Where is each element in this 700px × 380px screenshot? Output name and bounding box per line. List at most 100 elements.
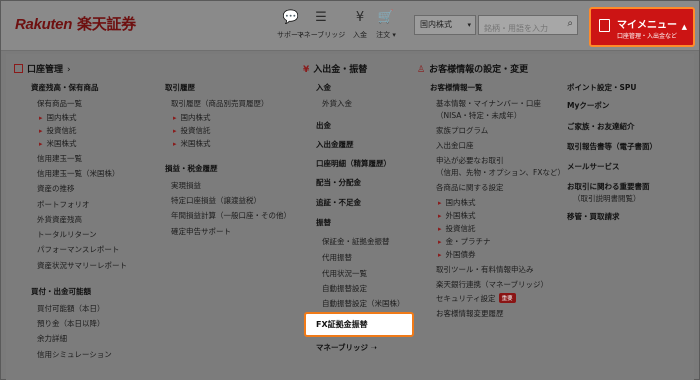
menu-item-label: 入出金口座 (436, 141, 474, 150)
menu-item-link[interactable]: 外国株式 (438, 210, 476, 221)
menu-item-link[interactable]: 資産状況サマリーレポート (37, 260, 127, 271)
menu-item-link[interactable]: 投資信託 (438, 223, 476, 234)
menu-item-label: 移管・買取請求 (567, 212, 620, 221)
menu-item-link[interactable]: 自動振替設定 (322, 283, 367, 294)
menu-item-label: 取引報告書等（電子書面） (567, 142, 657, 151)
menu-item-link[interactable]: 基本情報・マイナンバー・口座 (436, 98, 541, 109)
menu-group-link[interactable]: 移管・買取請求 (567, 211, 620, 222)
menu-item-link[interactable]: 年間損益計算（一般口座・その他） (171, 210, 291, 221)
menu-item-label: 基本情報・マイナンバー・口座 (436, 99, 541, 108)
menu-item-link[interactable]: 国内株式 (438, 197, 476, 208)
menu-group-link[interactable]: 買付・出金可能額 (31, 286, 91, 297)
menu-group-link[interactable]: 入出金履歴 (316, 139, 354, 150)
menu-item-link[interactable]: 信用シミュレーション (37, 349, 112, 360)
account-management-heading[interactable]: 口座管理 › (14, 62, 71, 75)
menu-item-label: パフォーマンスレポート (37, 245, 120, 254)
menu-item-link[interactable]: 取引ツール・有料情報申込み (436, 264, 534, 275)
menu-group-link[interactable]: ポイント設定・SPU (567, 82, 637, 93)
menu-item-link[interactable]: お客様情報変更履歴 (436, 308, 504, 319)
menu-item-link[interactable]: （取引説明書閲覧） (573, 193, 641, 204)
menu-item-link[interactable]: ポートフォリオ (37, 199, 90, 210)
menu-item-link[interactable]: 代用振替 (322, 252, 352, 263)
menu-item-link[interactable]: 外貨入金 (322, 98, 352, 109)
menu-item-label: 資産の推移 (37, 184, 75, 193)
mymenu-button[interactable]: マイメニュー 口座管理・入出金など ▲ (589, 7, 695, 47)
menu-item-label: 信用建玉一覧 (37, 154, 82, 163)
menu-item-label: Myクーポン (567, 101, 610, 110)
menu-item-link[interactable]: 保有商品一覧 (37, 98, 82, 109)
menu-group-link[interactable]: 取引報告書等（電子書面） (567, 141, 657, 152)
menu-item-label: 買付可能額（本日） (37, 304, 105, 313)
menu-item-label: 自動振替設定（米国株） (322, 299, 405, 308)
menu-item-link[interactable]: 申込が必要なお取引 (436, 155, 504, 166)
mymenu-title: マイメニュー (617, 20, 677, 31)
menu-item-link[interactable]: 国内株式 (39, 112, 77, 123)
menu-item-label: 代用状況一覧 (322, 269, 367, 278)
menu-item-link[interactable]: 外国債券 (438, 249, 476, 260)
menu-item-link[interactable]: 外貨資産残高 (37, 214, 82, 225)
menu-group-link[interactable]: 出金 (316, 120, 331, 131)
menu-item-label: 各商品に関する設定 (436, 183, 504, 192)
order-button[interactable]: 🛒 注文 ▾ (358, 10, 414, 40)
menu-group-link[interactable]: 入金 (316, 82, 331, 93)
menu-item-link[interactable]: 米国株式 (39, 138, 77, 149)
menu-item-link[interactable]: 国内株式 (173, 112, 211, 123)
menu-item-link[interactable]: 預り金（本日以降） (37, 318, 105, 329)
menu-item-link[interactable]: 資産の推移 (37, 183, 75, 194)
menu-item-link[interactable]: 米国株式 (173, 138, 211, 149)
menu-item-link[interactable]: パフォーマンスレポート (37, 244, 119, 255)
menu-item-link[interactable]: 買付可能額（本日） (37, 303, 105, 314)
menu-item-label: 取引ツール・有料情報申込み (436, 265, 534, 274)
menu-item-link[interactable]: 投資信託 (173, 125, 211, 136)
menu-group-link[interactable]: 追証・不足金 (316, 197, 361, 208)
menu-group-link[interactable]: 資産残高・保有商品 (31, 82, 99, 93)
menu-item-link[interactable]: セキュリティ設定 重要 (436, 293, 516, 304)
menu-item-link[interactable]: 取引履歴（商品別売買履歴） (171, 98, 269, 109)
menu-item-link[interactable]: 代用状況一覧 (322, 268, 367, 279)
money-bridge-link[interactable]: マネーブリッジ ➝ (316, 342, 377, 353)
menu-group-link[interactable]: メールサービス (567, 161, 620, 172)
menu-item-link[interactable]: 信用建玉一覧 (37, 153, 82, 164)
menu-item-label: 入金 (316, 83, 331, 92)
menu-group-link[interactable]: 配当・分配金 (316, 177, 361, 188)
menu-item-label: 取引履歴 (165, 83, 195, 92)
menu-group-link[interactable]: 振替 (316, 217, 331, 228)
menu-item-link[interactable]: トータルリターン (37, 229, 97, 240)
market-select[interactable]: 国内株式 ▾ (414, 15, 476, 35)
menu-item-link[interactable]: 信用建玉一覧（米国株） (37, 168, 120, 179)
menu-item-link[interactable]: （NISA・特定・未成年） (436, 110, 521, 121)
menu-item-link[interactable]: 各商品に関する設定 (436, 182, 504, 193)
menu-item-label: 特定口座損益（譲渡益税） (171, 196, 261, 205)
person-icon: ♙ (417, 65, 426, 75)
menu-item-label: 預り金（本日以降） (37, 319, 105, 328)
menu-item-link[interactable]: 余力詳細 (37, 333, 67, 344)
search-icon[interactable]: ⌕ (567, 18, 573, 29)
menu-item-label: 代用振替 (322, 253, 352, 262)
menu-group-link[interactable]: 取引履歴 (165, 82, 195, 93)
menu-item-label: （NISA・特定・未成年） (436, 111, 522, 120)
menu-group-link[interactable]: お客様情報一覧 (430, 82, 483, 93)
fx-margin-transfer-link[interactable]: FX証拠金振替 (304, 312, 414, 337)
menu-item-label: 出金 (316, 121, 331, 130)
menu-item-link[interactable]: 投資信託 (39, 125, 77, 136)
menu-group-link[interactable]: ご家族・お友達紹介 (567, 121, 635, 132)
menu-item-link[interactable]: （信用、先物・オプション、FXなど） (436, 167, 565, 178)
menu-group-link[interactable]: 口座明細（精算履歴） (316, 158, 391, 169)
menu-item-link[interactable]: 自動振替設定（米国株） (322, 298, 405, 309)
menu-item-link[interactable]: 確定申告サポート (171, 226, 231, 237)
menu-item-link[interactable]: 家族プログラム (436, 125, 488, 136)
menu-group-link[interactable]: Myクーポン (567, 100, 609, 111)
menu-item-link[interactable]: 保証金・証拠金振替 (322, 236, 390, 247)
menu-group-link[interactable]: 損益・税金履歴 (165, 163, 218, 174)
rakuten-logo[interactable]: Rakuten 楽天証券 (15, 13, 136, 34)
search-input[interactable] (479, 19, 557, 38)
menu-item-link[interactable]: 金・プラチナ (438, 236, 491, 247)
menu-item-link[interactable]: 楽天銀行連携（マネーブリッジ） (436, 279, 548, 290)
menu-item-link[interactable]: 入出金口座 (436, 140, 474, 151)
market-select-value: 国内株式 (420, 20, 452, 29)
menu-item-label: 投資信託 (180, 126, 211, 135)
menu-group-link[interactable]: お取引に関わる重要書面 (567, 181, 650, 192)
menu-item-label: お客様情報変更履歴 (436, 309, 504, 318)
menu-item-link[interactable]: 実現損益 (171, 180, 201, 191)
menu-item-link[interactable]: 特定口座損益（譲渡益税） (171, 195, 261, 206)
